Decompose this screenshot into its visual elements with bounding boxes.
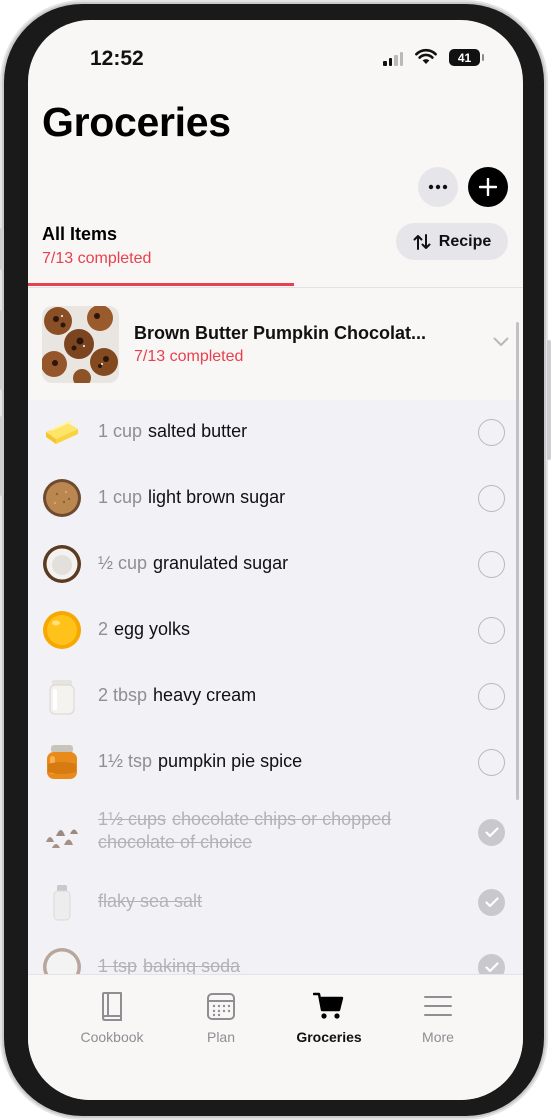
wifi-icon [415, 48, 437, 64]
list-item[interactable]: 1½ tsp pumpkin pie spice [28, 730, 523, 794]
item-quantity: 1 cup [98, 487, 143, 507]
chevron-down-icon[interactable] [493, 337, 509, 347]
chocolate-chips-icon [46, 829, 78, 848]
scroll-indicator[interactable] [516, 322, 519, 800]
list-item[interactable]: 1½ cups chocolate chips or chopped chocol… [28, 800, 523, 864]
checkmark-icon [484, 897, 499, 908]
item-name: granulated sugar [153, 553, 289, 573]
item-name: baking soda [143, 956, 241, 974]
tab-bar: Cookbook Plan Groceries More [28, 974, 523, 1100]
recipe-title: Brown Butter Pumpkin Chocolat... [134, 323, 427, 343]
recipe-thumbnail [42, 306, 119, 383]
recipe-completed-count: 7/13 completed [134, 348, 244, 365]
item-name: heavy cream [153, 685, 257, 705]
battery-icon: 41 [449, 49, 484, 66]
book-icon [102, 992, 122, 1021]
tab-more[interactable]: More [388, 991, 488, 1045]
check-circle[interactable] [478, 419, 505, 446]
app-screen: 12:52 41 Groceries All Items 7/13 comple… [28, 20, 523, 1100]
check-circle[interactable] [478, 749, 505, 776]
item-name: egg yolks [114, 619, 191, 639]
list-item[interactable]: ½ cup granulated sugar [28, 532, 523, 596]
list-item[interactable]: 2 egg yolks [28, 598, 523, 662]
item-label: 1 cup light brown sugar [98, 487, 285, 508]
tab-all-items-count: 7/13 completed [42, 250, 152, 267]
item-quantity: 1½ tsp [98, 751, 153, 771]
egg-yolk-icon [43, 611, 81, 649]
item-quantity: 2 [98, 619, 109, 639]
check-circle[interactable] [478, 551, 505, 578]
item-name: pumpkin pie spice [158, 751, 303, 771]
recipe-group-header[interactable]: Brown Butter Pumpkin Chocolat... 7/13 co… [28, 288, 523, 400]
item-name: light brown sugar [148, 487, 286, 507]
spice-jar-icon [47, 745, 77, 779]
list-item[interactable]: 1 tsp baking soda [28, 935, 523, 974]
sort-arrows-icon [413, 233, 431, 250]
volume-up-button [0, 310, 4, 390]
item-label: 2 egg yolks [98, 619, 190, 640]
item-label: 1 cup salted butter [98, 421, 247, 442]
item-quantity: 1 cup [98, 421, 143, 441]
tab-all-items[interactable]: All Items 7/13 completed [42, 224, 151, 268]
tab-groceries-label: Groceries [296, 1029, 362, 1045]
power-button [547, 340, 551, 460]
list-item[interactable]: 2 tbsp heavy cream [28, 664, 523, 728]
active-tab-underline [28, 283, 294, 286]
list-item[interactable]: 1 cup salted butter [28, 400, 523, 464]
sort-by-recipe-button[interactable]: Recipe [396, 223, 508, 260]
page-title: Groceries [42, 99, 231, 145]
granulated-sugar-icon [43, 545, 81, 583]
tab-all-items-label: All Items [42, 224, 118, 244]
recipe-button-label: Recipe [438, 232, 492, 250]
checkmark-icon [484, 962, 499, 973]
check-circle[interactable] [478, 485, 505, 512]
list-item[interactable]: flaky sea salt [28, 870, 523, 934]
calendar-icon [207, 993, 235, 1020]
item-quantity: 2 tbsp [98, 685, 148, 705]
item-label: flaky sea salt [98, 890, 458, 913]
item-label: 2 tbsp heavy cream [98, 685, 256, 706]
checked-circle[interactable] [478, 819, 505, 846]
volume-down-button [0, 416, 4, 496]
battery-level: 41 [457, 50, 472, 65]
add-item-button[interactable] [468, 167, 508, 207]
baking-soda-icon [43, 948, 81, 974]
check-circle[interactable] [478, 617, 505, 644]
item-quantity: ½ cup [98, 553, 148, 573]
more-options-button[interactable] [418, 167, 458, 207]
item-label: 1½ cups chocolate chips or chopped chocol… [98, 808, 458, 854]
tab-cookbook[interactable]: Cookbook [62, 991, 162, 1045]
tab-plan[interactable]: Plan [171, 991, 271, 1045]
checkmark-icon [484, 827, 499, 838]
cart-icon [313, 992, 344, 1019]
plus-icon [479, 178, 497, 196]
item-name: flaky sea salt [98, 891, 203, 911]
cellular-signal-icon [383, 52, 403, 66]
check-circle[interactable] [478, 683, 505, 710]
item-label: ½ cup granulated sugar [98, 553, 288, 574]
item-quantity: 1½ cups [98, 809, 167, 829]
action-button [0, 228, 4, 270]
tab-plan-label: Plan [206, 1029, 236, 1045]
list-item[interactable]: 1 cup light brown sugar [28, 466, 523, 530]
salt-shaker-icon [53, 885, 71, 921]
tab-groceries[interactable]: Groceries [279, 991, 379, 1045]
status-bar: 12:52 41 [28, 20, 523, 90]
checked-circle[interactable] [478, 889, 505, 916]
menu-icon [424, 996, 452, 1016]
status-time: 12:52 [90, 47, 144, 70]
heavy-cream-icon [49, 680, 75, 715]
grocery-list: 1 cup salted butter 1 cup light brown suga… [28, 400, 523, 974]
checked-circle[interactable] [478, 954, 505, 974]
item-label: 1 tsp baking soda [98, 955, 458, 974]
butter-icon [46, 420, 78, 444]
brown-sugar-icon [43, 479, 81, 517]
tab-more-label: More [422, 1029, 454, 1045]
ellipsis-icon [428, 184, 448, 190]
item-quantity: 1 tsp [98, 956, 138, 974]
item-name: salted butter [148, 421, 248, 441]
item-label: 1½ tsp pumpkin pie spice [98, 751, 302, 772]
tab-cookbook-label: Cookbook [80, 1029, 144, 1045]
